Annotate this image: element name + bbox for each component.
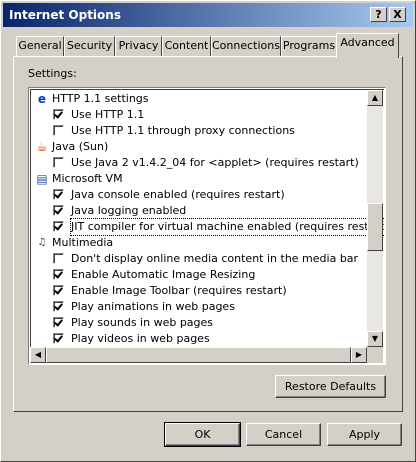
tab-programs[interactable]: Programs: [281, 36, 337, 56]
setting-label: Enable Image Toolbar (requires restart): [71, 284, 287, 297]
vertical-scrollbar[interactable]: ▲ ▼: [367, 90, 383, 347]
ok-button[interactable]: OK: [164, 422, 241, 447]
setting-label: Use Java 2 v1.4.2_04 for <applet> (requi…: [71, 156, 359, 169]
checkbox[interactable]: [53, 285, 64, 296]
scroll-up-arrow-icon[interactable]: ▲: [367, 90, 383, 106]
scroll-corner: [367, 347, 383, 363]
category-java-sun: ☕ Java (Sun): [33, 139, 368, 155]
scroll-down-arrow-icon[interactable]: ▼: [367, 331, 383, 347]
category-label: Microsoft VM: [52, 172, 123, 185]
settings-list[interactable]: e HTTP 1.1 settings Use HTTP 1.1 Use HTT…: [28, 87, 386, 365]
setting-label: Java logging enabled: [71, 204, 187, 217]
tab-content[interactable]: Content: [162, 36, 211, 56]
setting-label: Don't display online media content in th…: [71, 252, 359, 265]
setting-http11-proxy[interactable]: Use HTTP 1.1 through proxy connections: [33, 123, 368, 139]
checkbox[interactable]: [53, 253, 64, 264]
setting-java-logging[interactable]: Java logging enabled: [33, 203, 368, 219]
title-bar[interactable]: Internet Options ? X: [3, 3, 413, 27]
setting-label: Play animations in web pages: [71, 300, 235, 313]
apply-button[interactable]: Apply: [327, 423, 402, 446]
scroll-left-arrow-icon[interactable]: ◀: [30, 347, 46, 363]
setting-label: JIT compiler for virtual machine enabled…: [70, 218, 385, 236]
scroll-right-arrow-icon[interactable]: ▶: [351, 347, 367, 363]
checkbox[interactable]: [53, 125, 64, 136]
tab-privacy[interactable]: Privacy: [115, 36, 162, 56]
java-icon: ☕: [36, 140, 48, 154]
category-microsoft-vm: ▤ Microsoft VM: [33, 171, 368, 187]
ie-icon: e: [37, 92, 47, 106]
horizontal-scrollbar[interactable]: ◀ ▶: [30, 347, 367, 363]
setting-use-http11[interactable]: Use HTTP 1.1: [33, 107, 368, 123]
cancel-button[interactable]: Cancel: [246, 423, 321, 446]
setting-label: Java console enabled (requires restart): [71, 188, 285, 201]
vertical-scroll-thumb[interactable]: [367, 203, 383, 251]
settings-list-inner: e HTTP 1.1 settings Use HTTP 1.1 Use HTT…: [30, 89, 385, 363]
setting-play-animations[interactable]: Play animations in web pages: [33, 299, 368, 315]
setting-label: Play videos in web pages: [71, 332, 210, 345]
checkbox[interactable]: [53, 301, 64, 312]
checkbox[interactable]: [53, 205, 64, 216]
tab-general[interactable]: General: [16, 36, 64, 56]
horizontal-scroll-thumb[interactable]: [46, 347, 351, 363]
setting-play-videos[interactable]: Play videos in web pages: [33, 331, 368, 347]
category-label: HTTP 1.1 settings: [52, 92, 149, 105]
restore-defaults-button[interactable]: Restore Defaults: [275, 375, 386, 398]
multimedia-icon: ♫: [37, 237, 47, 248]
checkbox[interactable]: [53, 157, 64, 168]
document-icon: ▤: [36, 172, 48, 186]
close-button[interactable]: X: [389, 7, 406, 22]
setting-label: Enable Automatic Image Resizing: [71, 268, 256, 281]
settings-label: Settings:: [28, 67, 77, 80]
setting-java-console[interactable]: Java console enabled (requires restart): [33, 187, 368, 203]
setting-media-bar[interactable]: Don't display online media content in th…: [33, 251, 368, 267]
setting-label: Use HTTP 1.1: [71, 108, 145, 121]
tab-advanced[interactable]: Advanced: [336, 33, 399, 58]
setting-label: Use HTTP 1.1 through proxy connections: [71, 124, 295, 137]
setting-image-resizing[interactable]: Enable Automatic Image Resizing: [33, 267, 368, 283]
checkbox[interactable]: [53, 109, 64, 120]
category-label: Multimedia: [52, 236, 114, 249]
setting-jit-compiler[interactable]: JIT compiler for virtual machine enabled…: [33, 218, 385, 236]
checkbox[interactable]: [53, 269, 64, 280]
window-title: Internet Options: [9, 8, 121, 22]
setting-image-toolbar[interactable]: Enable Image Toolbar (requires restart): [33, 283, 368, 299]
checkbox[interactable]: [53, 317, 64, 328]
setting-label: Play sounds in web pages: [71, 316, 214, 329]
category-http: e HTTP 1.1 settings: [33, 91, 368, 107]
checkbox[interactable]: [53, 189, 64, 200]
setting-play-sounds[interactable]: Play sounds in web pages: [33, 315, 368, 331]
checkbox[interactable]: [53, 333, 64, 344]
tab-security[interactable]: Security: [64, 36, 115, 56]
help-button[interactable]: ?: [370, 7, 387, 22]
internet-options-window: Internet Options ? X General Security Pr…: [0, 0, 416, 462]
category-label: Java (Sun): [52, 140, 109, 153]
category-multimedia: ♫ Multimedia: [33, 235, 368, 251]
setting-use-java2[interactable]: Use Java 2 v1.4.2_04 for <applet> (requi…: [33, 155, 368, 171]
tab-connections[interactable]: Connections: [211, 36, 281, 56]
checkbox[interactable]: [53, 221, 64, 232]
